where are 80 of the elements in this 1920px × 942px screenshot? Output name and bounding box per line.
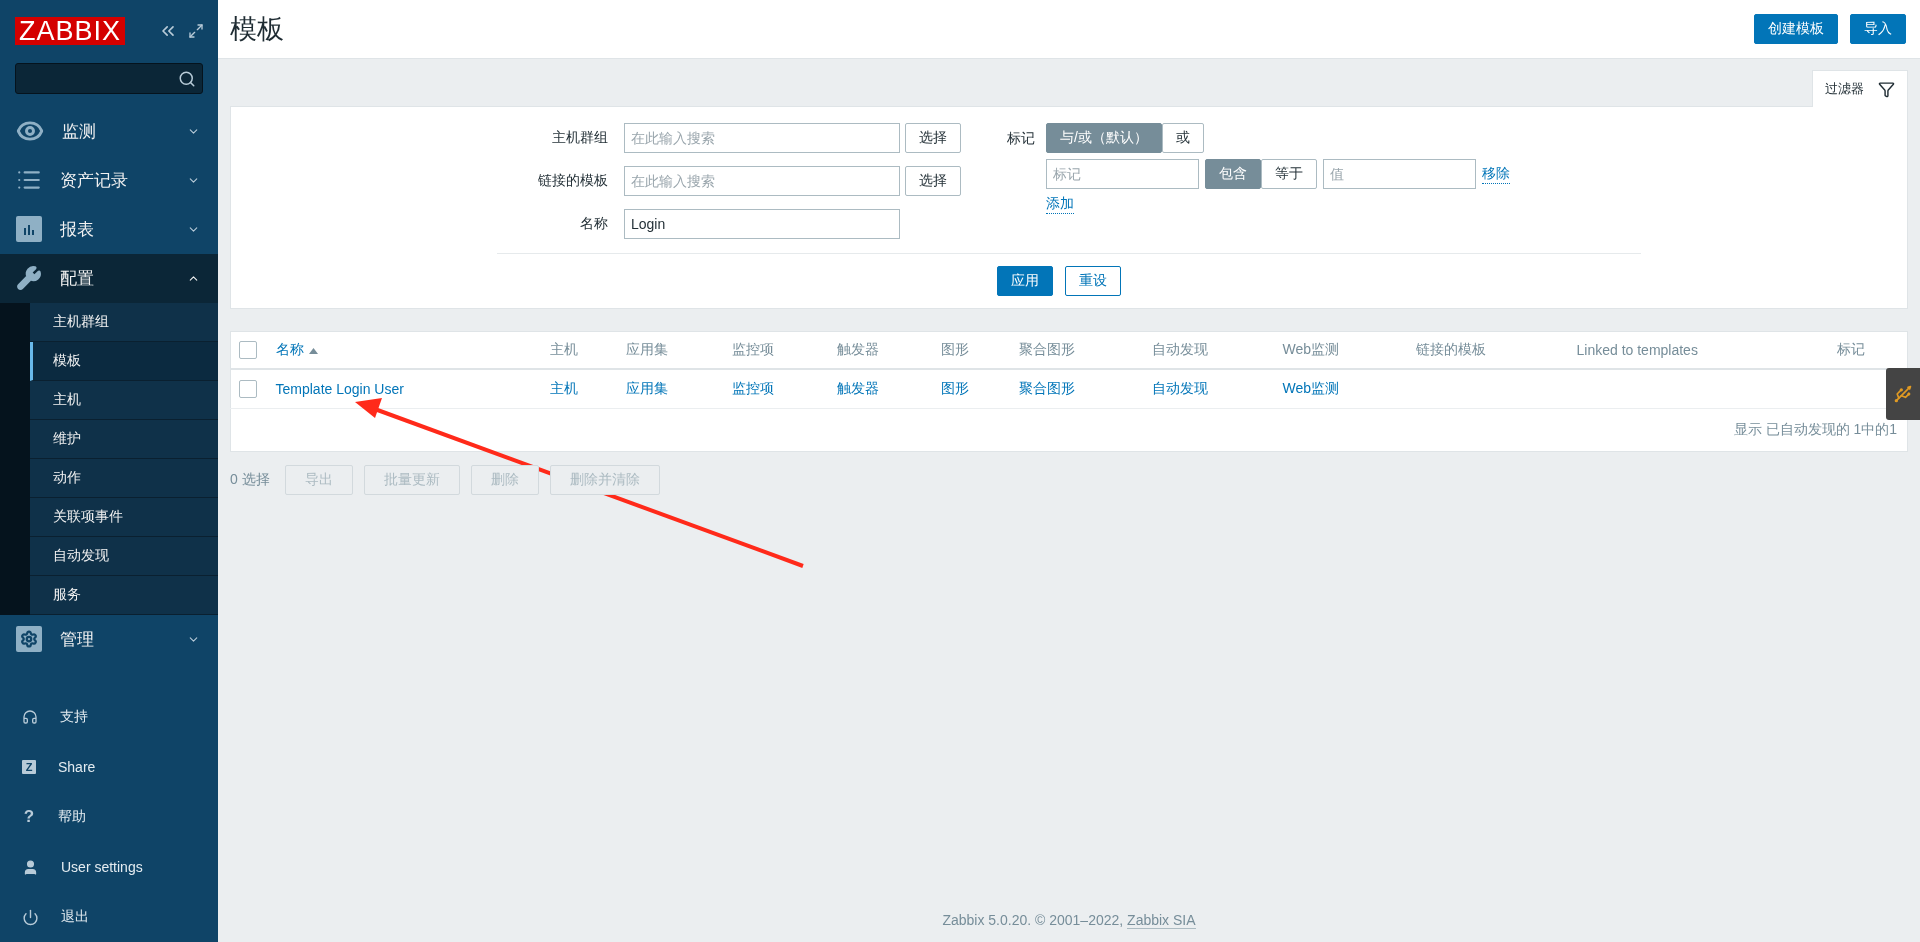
header-button[interactable]: 导入 xyxy=(1850,14,1906,44)
table-link[interactable]: 图形 xyxy=(940,380,969,396)
column-header: 主机 xyxy=(549,341,578,357)
submenu-item[interactable]: 主机 xyxy=(30,380,218,420)
add-link[interactable]: 添加 xyxy=(1046,195,1074,214)
zabbix-logo: ZABBIX xyxy=(15,17,126,45)
table-link[interactable]: 触发器 xyxy=(836,380,879,396)
column-header[interactable]: 名称 xyxy=(275,341,304,357)
column-header: 链接的模板 xyxy=(1415,341,1486,357)
table-link[interactable]: 监控项 xyxy=(731,380,774,396)
select-button[interactable]: 选择 xyxy=(905,123,961,153)
column-header: 聚合图形 xyxy=(1018,341,1075,357)
field-label: 名称 xyxy=(579,215,609,233)
field-label: 主机群组 xyxy=(551,129,609,147)
tag-value-field[interactable]: 值 xyxy=(1323,159,1476,189)
selected-count: 0 选择 xyxy=(230,471,270,489)
sidebar-link[interactable]: 支持 xyxy=(60,708,88,726)
checkbox[interactable] xyxy=(239,341,257,360)
headset-icon xyxy=(22,709,38,725)
checkbox[interactable] xyxy=(239,380,257,399)
column-header: Web监测 xyxy=(1282,341,1340,357)
column-header: 监控项 xyxy=(731,341,774,357)
submenu-item[interactable]: 关联项事件 xyxy=(30,497,218,537)
side-widget[interactable] xyxy=(1886,368,1920,420)
field-label: 链接的模板 xyxy=(537,172,609,190)
column-header: 图形 xyxy=(940,341,969,357)
user-icon xyxy=(22,858,39,876)
sidebar-link[interactable]: 退出 xyxy=(61,908,89,926)
input-field[interactable]: Login xyxy=(624,209,900,239)
operator-toggle[interactable]: 或 xyxy=(1161,123,1204,153)
search-field[interactable] xyxy=(15,63,203,95)
field-label: 标记 xyxy=(1007,129,1035,148)
table-link[interactable]: 自动发现 xyxy=(1151,380,1208,396)
sidebar-link[interactable]: User settings xyxy=(61,859,143,875)
column-header: 应用集 xyxy=(625,341,668,357)
tag-name-field[interactable]: 标记 xyxy=(1046,159,1199,189)
table-link[interactable]: 主机 xyxy=(549,380,578,396)
reset-button[interactable]: 重设 xyxy=(1065,266,1121,296)
wrench-icon xyxy=(16,265,42,292)
table-link[interactable]: Web监测 xyxy=(1282,380,1340,396)
filter-icon xyxy=(1878,80,1895,98)
apply-button[interactable]: 应用 xyxy=(997,266,1053,296)
menu-item[interactable]: 监测 xyxy=(0,106,218,156)
menu-item[interactable]: 资产记录 xyxy=(0,155,218,205)
table-summary: 显示 已自动发现的 1中的1 xyxy=(1733,421,1897,437)
kiosk-mode-icon[interactable] xyxy=(188,23,204,39)
match-toggle[interactable]: 等于 xyxy=(1261,159,1317,189)
submenu-item[interactable]: 自动发现 xyxy=(30,536,218,576)
power-icon xyxy=(22,908,39,926)
select-button[interactable]: 选择 xyxy=(905,166,961,196)
submenu-item[interactable]: 维护 xyxy=(30,419,218,459)
question-icon: ? xyxy=(22,810,36,824)
table-link[interactable]: 聚合图形 xyxy=(1018,380,1075,396)
filter-tab[interactable]: 过滤器 xyxy=(1812,70,1908,107)
footer-text: Zabbix 5.0.20. © 2001–2022, xyxy=(942,912,1125,928)
column-header: 标记 xyxy=(1836,341,1865,357)
bar-chart-icon xyxy=(16,216,42,243)
menu-item[interactable]: 报表 xyxy=(0,204,218,254)
column-header: 触发器 xyxy=(836,341,879,357)
remove-link[interactable]: 移除 xyxy=(1482,164,1510,184)
search-icon[interactable] xyxy=(178,69,196,88)
header-button[interactable]: 创建模板 xyxy=(1754,14,1838,44)
input-field[interactable]: 在此输入搜索 xyxy=(624,166,900,196)
table-link[interactable]: 应用集 xyxy=(625,380,668,396)
usb-icon xyxy=(1893,384,1913,404)
submenu-item[interactable]: 主机群组 xyxy=(30,302,218,342)
menu-item[interactable]: 配置 xyxy=(0,253,218,303)
gear-icon xyxy=(16,626,42,653)
sidebar-link[interactable]: 帮助 xyxy=(58,808,86,826)
z-square-icon: Z xyxy=(22,760,36,774)
submenu-item[interactable]: 动作 xyxy=(30,458,218,498)
input-field[interactable]: 在此输入搜索 xyxy=(624,123,900,153)
column-header: 自动发现 xyxy=(1151,341,1208,357)
column-header: Linked to templates xyxy=(1576,342,1698,358)
submenu-item[interactable]: 模板 xyxy=(30,341,218,381)
submenu-item[interactable]: 服务 xyxy=(30,575,218,615)
page-title: 模板 xyxy=(230,13,284,46)
table-link[interactable]: Template Login User xyxy=(275,381,404,397)
sidebar-link[interactable]: Share xyxy=(58,759,96,775)
menu-item[interactable]: 管理 xyxy=(0,614,218,664)
